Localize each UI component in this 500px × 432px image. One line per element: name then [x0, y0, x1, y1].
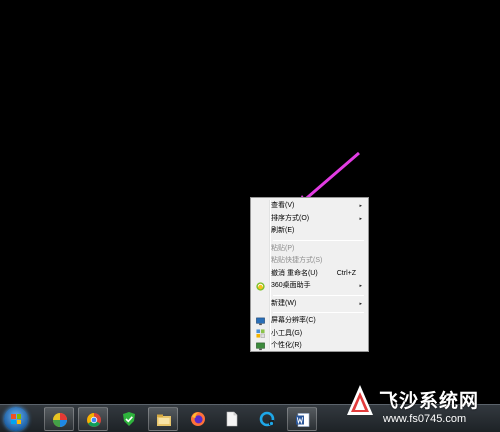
menu-item-360-desktop-helper[interactable]: 360桌面助手 ▸ [253, 280, 366, 293]
menu-item-sort-by[interactable]: 排序方式(O) ▸ [253, 213, 366, 226]
360-desktop-helper-icon [256, 281, 265, 291]
menu-separator [273, 239, 364, 241]
menu-item-label: 小工具(G) [271, 329, 303, 337]
menu-item-label: 刷新(E) [271, 227, 295, 234]
blank-document-icon [226, 411, 238, 427]
menu-item-screen-resolution[interactable]: 屏幕分辨率(C) [253, 315, 366, 328]
firefox-taskbar-button[interactable] [183, 407, 213, 431]
menu-item-view[interactable]: 查看(V) ▸ [253, 200, 366, 213]
windows-logo-icon [11, 414, 21, 424]
menu-separator [273, 312, 364, 313]
submenu-arrow-icon: ▸ [359, 283, 362, 289]
menu-item-new[interactable]: 新建(W) ▸ [253, 298, 366, 311]
menu-item-gadgets[interactable]: 小工具(G) [253, 328, 366, 341]
menu-item-label: 个性化(R) [271, 342, 302, 349]
site-watermark: 飞沙系统网 www.fs0745.com [343, 381, 500, 432]
menu-item-paste-shortcut: 粘贴快捷方式(S) [253, 255, 366, 268]
file-explorer-icon [157, 414, 171, 426]
submenu-arrow-icon: ▸ [359, 215, 362, 222]
browser-c-taskbar-button[interactable] [252, 407, 282, 431]
start-button[interactable] [4, 407, 28, 431]
watermark-url: www.fs0745.com [383, 413, 467, 425]
menu-item-refresh[interactable]: 刷新(E) [253, 225, 366, 238]
menu-separator [273, 294, 364, 296]
gadgets-icon [256, 329, 265, 338]
menu-item-undo-rename[interactable]: 撤消 重命名(U) Ctrl+Z [253, 268, 366, 281]
chrome-icon [87, 413, 101, 427]
submenu-arrow-icon: ▸ [359, 203, 362, 209]
menu-item-label: 查看(V) [271, 202, 295, 209]
blank-document-taskbar-button[interactable] [217, 407, 247, 431]
watermark-name: 飞沙系统网 [379, 391, 480, 412]
menu-item-label: 撤消 重命名(U) [271, 269, 318, 277]
menu-item-label: 屏幕分辨率(C) [271, 317, 316, 324]
menu-item-label: 粘贴快捷方式(S) [271, 257, 323, 264]
menu-item-label: 排序方式(O) [271, 214, 310, 222]
word-taskbar-button[interactable] [287, 407, 317, 431]
menu-item-label: 360桌面助手 [271, 282, 311, 289]
personalize-icon [256, 342, 265, 350]
desktop-context-menu: 查看(V) ▸ 排序方式(O) ▸ 刷新(E) 粘贴(P) 粘贴快捷方式(S) … [250, 197, 369, 352]
color-app-icon [53, 413, 67, 427]
word-icon [296, 413, 310, 427]
browser-c-icon [259, 411, 275, 427]
menu-item-label: 粘贴(P) [271, 244, 295, 252]
color-app-taskbar-button[interactable] [44, 407, 74, 431]
menu-item-personalize[interactable]: 个性化(R) [253, 340, 366, 353]
screen-resolution-icon [256, 317, 265, 325]
360-security-taskbar-button[interactable] [114, 407, 144, 431]
menu-item-shortcut: Ctrl+Z [336, 269, 356, 277]
submenu-arrow-icon: ▸ [359, 300, 362, 307]
chrome-taskbar-button[interactable] [78, 407, 108, 431]
firefox-icon [191, 412, 205, 426]
site-logo-icon [347, 385, 373, 415]
menu-item-paste: 粘贴(P) [253, 243, 366, 256]
360-security-icon [123, 412, 135, 426]
file-explorer-taskbar-button[interactable] [148, 407, 178, 431]
menu-item-label: 新建(W) [271, 299, 297, 307]
